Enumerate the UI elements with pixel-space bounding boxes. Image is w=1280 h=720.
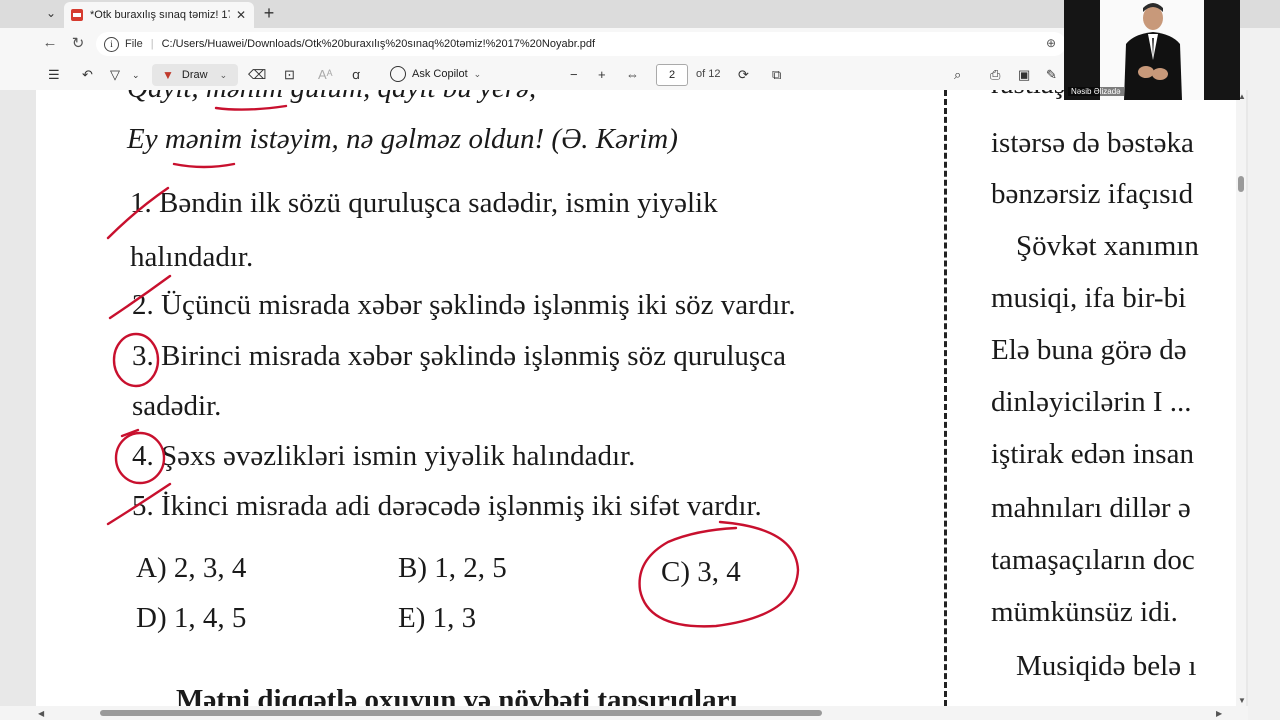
scroll-right-icon[interactable]: ▶	[1216, 709, 1222, 718]
pdf-toolbar: ☰ ↶ ▽ ⌄ ▼ Draw ⌄ ⌫ ⊡ Aᴬ ꭤ Ask Copilot ⌄ …	[0, 60, 1064, 91]
back-arrow-icon[interactable]: ←	[40, 34, 60, 51]
zoom-out-icon[interactable]: −	[570, 66, 578, 84]
edit-icon[interactable]: ✎	[1046, 66, 1057, 84]
rotate-icon[interactable]: ⟳	[738, 66, 749, 84]
contents-icon[interactable]: ☰	[48, 66, 60, 84]
undo-icon[interactable]: ↶	[82, 66, 93, 84]
text-format-icon[interactable]: Aᴬ	[318, 66, 333, 84]
address-url: C:/Users/Huawei/Downloads/Otk%20buraxılı…	[161, 38, 596, 50]
copilot-icon	[390, 66, 406, 82]
fit-width-icon[interactable]: ⇔	[626, 66, 639, 84]
vertical-scrollbar[interactable]: ▲ ▼	[1236, 90, 1246, 710]
address-bar-row: ← ↻ i File | C:/Users/Huawei/Downloads/O…	[0, 28, 1066, 60]
horizontal-scrollbar[interactable]: ◀ ▶	[0, 706, 1248, 720]
zoom-in-icon[interactable]: +	[598, 66, 606, 84]
tab-list-button[interactable]: ⌄	[40, 2, 62, 24]
browser-tab[interactable]: *Otk buraxılış sınaq təmiz! 17 Noy ✕	[64, 2, 254, 28]
search-icon[interactable]: ⌕	[954, 66, 961, 84]
draw-label: Draw	[181, 69, 208, 81]
refresh-icon[interactable]: ↻	[68, 34, 88, 52]
print-icon[interactable]: ⎙	[990, 66, 1000, 84]
divider: |	[150, 38, 154, 50]
presenter-video	[1064, 0, 1240, 100]
address-prefix: File	[125, 38, 143, 50]
ink-annotations	[106, 104, 800, 628]
scroll-thumb[interactable]	[100, 710, 822, 716]
page-number-input[interactable]: 2	[656, 64, 688, 86]
save-icon[interactable]: ▣	[1018, 66, 1030, 84]
ask-copilot-button[interactable]: Ask Copilot ⌄	[390, 66, 481, 82]
address-field[interactable]: i File | C:/Users/Huawei/Downloads/Otk%2…	[96, 32, 1066, 56]
close-icon[interactable]: ✕	[236, 8, 246, 22]
info-icon[interactable]: i	[104, 36, 119, 52]
chevron-down-icon[interactable]: ⌄	[132, 66, 140, 84]
ask-copilot-label: Ask Copilot	[412, 68, 468, 80]
scroll-down-icon[interactable]: ▼	[1238, 696, 1246, 705]
underline-mark	[172, 162, 236, 169]
zoom-icon[interactable]: ⊕	[1046, 36, 1056, 50]
eraser-icon[interactable]: ⌫	[248, 66, 266, 84]
chevron-down-icon[interactable]: ⌄	[474, 69, 482, 80]
highlight-icon[interactable]: ▽	[110, 66, 120, 84]
tab-title: *Otk buraxılış sınaq təmiz! 17 Noy	[90, 9, 230, 21]
webcam-overlay	[1064, 0, 1240, 100]
page-view-icon[interactable]: ⧉	[772, 66, 781, 84]
page-total: of 12	[696, 68, 721, 80]
chevron-down-icon: ⌄	[45, 6, 57, 20]
read-aloud-icon[interactable]: ꭤ	[352, 66, 360, 84]
draw-button[interactable]: ▼ Draw ⌄	[152, 64, 238, 86]
text-box-icon[interactable]: ⊡	[284, 66, 295, 84]
pdf-viewer[interactable]: Qayıt, mənim gülüm, qayıt bu yerə, Ey mə…	[0, 90, 1248, 706]
chevron-down-icon[interactable]: ⌄	[220, 70, 228, 81]
pen-icon: ▼	[162, 68, 174, 82]
scroll-left-icon[interactable]: ◀	[38, 709, 44, 718]
webcam-caption: Nəsib Əlizadə	[1068, 87, 1124, 96]
new-tab-button[interactable]: +	[258, 3, 280, 23]
pdf-page: Qayıt, mənim gülüm, qayıt bu yerə, Ey mə…	[36, 90, 1246, 706]
scroll-thumb[interactable]	[1238, 176, 1244, 192]
pdf-icon	[70, 8, 84, 22]
